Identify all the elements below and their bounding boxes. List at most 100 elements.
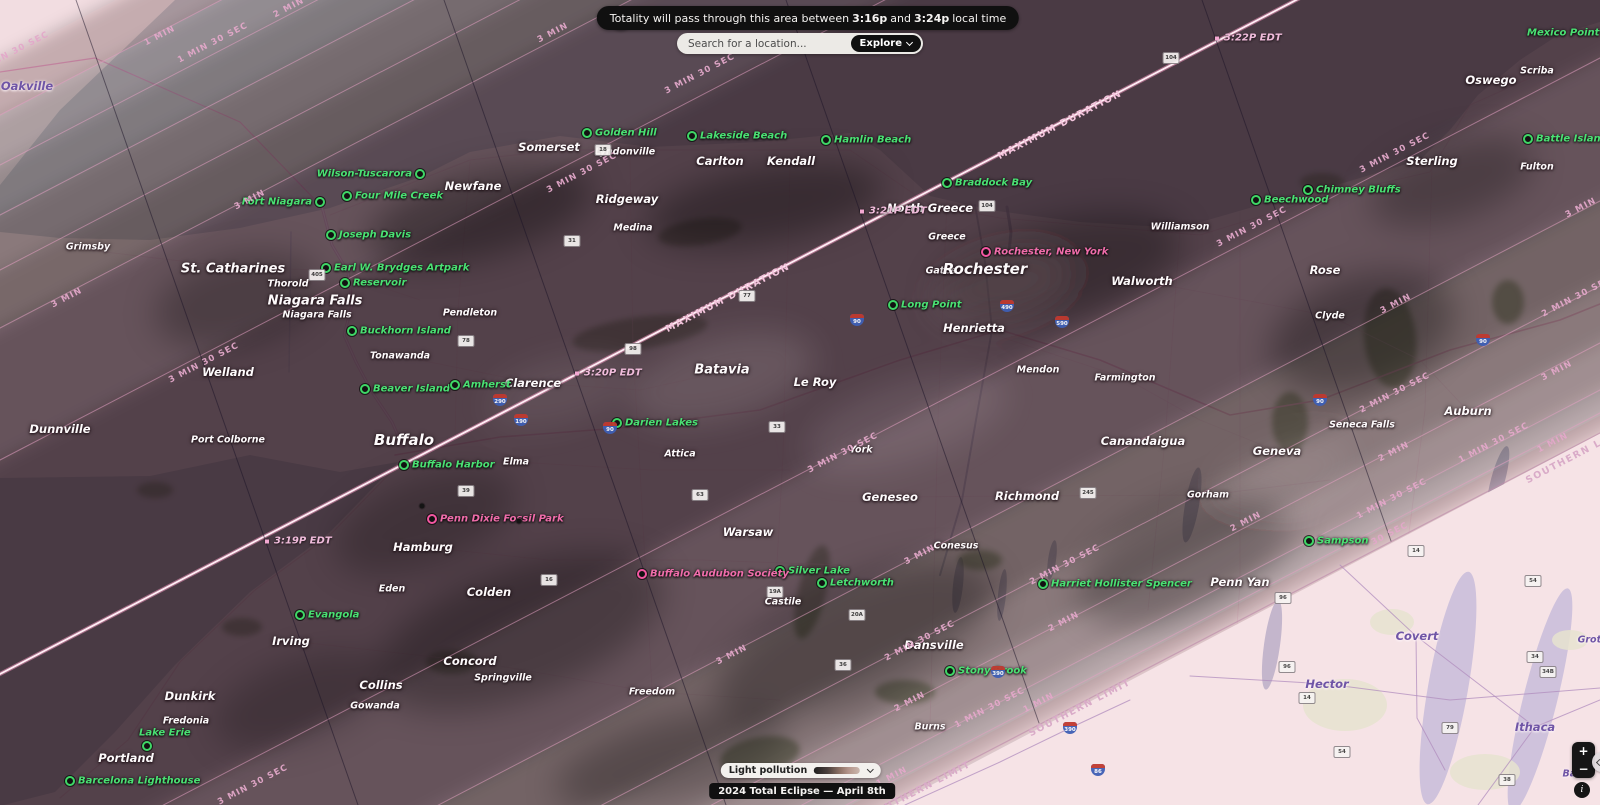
city-label: Carlton: [696, 154, 744, 168]
interstate-shield: 90: [1313, 394, 1327, 406]
city-label: Dunkirk: [164, 689, 216, 703]
poi-label: Joseph Davis: [339, 229, 412, 241]
poi-dot-icon[interactable]: [360, 384, 370, 394]
route-shield: 20A: [848, 609, 866, 621]
city-label: Oswego: [1465, 73, 1517, 87]
poi-label: Harriet Hollister Spencer: [1051, 578, 1192, 590]
duration-contour-label: 3 MIN: [49, 285, 85, 311]
city-label: Eden: [378, 583, 406, 595]
poi-dot-icon[interactable]: [415, 169, 425, 179]
duration-contour-label: 3 MIN 30 SEC: [663, 51, 737, 97]
maximum-duration-label: MAXIMUM DURATION: [995, 88, 1125, 162]
poi-dot-icon[interactable]: [945, 666, 955, 676]
route-shield: 78: [457, 335, 475, 347]
interstate-shield: 390: [1063, 722, 1077, 734]
poi-dot-icon[interactable]: [347, 326, 357, 336]
poi-label: Earl W. Brydges Artpark: [334, 262, 470, 274]
banner-text: local time: [952, 11, 1007, 25]
city-label: Medina: [613, 222, 653, 234]
poi-dot-icon[interactable]: [340, 278, 350, 288]
poi-dot-icon[interactable]: [637, 569, 647, 579]
poi-dot-icon[interactable]: [399, 460, 409, 470]
poi-dot-icon[interactable]: [1251, 195, 1261, 205]
poi-dot-icon[interactable]: [295, 610, 305, 620]
poi-dot-icon[interactable]: [981, 247, 991, 257]
zoom-in-button[interactable]: +: [1572, 742, 1595, 760]
explore-button[interactable]: Explore: [850, 35, 921, 52]
city-label: Rochester: [942, 260, 1028, 278]
route-shield: 34: [1526, 651, 1544, 663]
poi-label: Long Point: [901, 299, 962, 311]
city-label: Hector: [1305, 677, 1349, 691]
search-bar[interactable]: Explore: [677, 33, 923, 54]
city-label: Auburn: [1444, 404, 1492, 418]
search-input[interactable]: [677, 33, 858, 54]
route-shield: 54: [1524, 575, 1542, 587]
poi-dot-icon[interactable]: [342, 191, 352, 201]
city-label: Greece: [928, 231, 966, 243]
totality-banner: Totality will pass through this area bet…: [596, 6, 1020, 30]
route-shield: 18: [594, 144, 612, 156]
city-label: Hamburg: [393, 540, 453, 554]
poi-dot-icon[interactable]: [142, 741, 152, 751]
poi-dot-icon[interactable]: [450, 380, 460, 390]
poi-label: Hamlin Beach: [834, 134, 912, 146]
poi-dot-icon[interactable]: [817, 578, 827, 588]
interstate-shield: 290: [493, 394, 507, 406]
city-label: Clyde: [1315, 310, 1345, 322]
poi-label: Buckhorn Island: [360, 325, 451, 337]
city-label: Warsaw: [722, 525, 774, 539]
city-label: Welland: [202, 365, 254, 379]
duration-contour-label: 3 MIN: [902, 542, 938, 568]
city-label: Clarence: [504, 376, 562, 390]
eclipse-time-label: 3:21P EDT: [860, 206, 927, 217]
route-shield: 104: [978, 200, 996, 212]
route-shield: 16: [540, 574, 558, 586]
city-label: Covert: [1395, 629, 1439, 643]
city-label: Walworth: [1111, 274, 1173, 288]
poi-dot-icon[interactable]: [315, 197, 325, 207]
poi-dot-icon[interactable]: [687, 131, 697, 141]
poi-dot-icon[interactable]: [1303, 185, 1313, 195]
duration-contour-label: 2 MIN 30 SEC: [1358, 370, 1432, 416]
duration-contour-label: 3 MIN 30 SEC: [216, 762, 290, 805]
poi-label: Silver Lake: [788, 565, 850, 577]
info-button[interactable]: i: [1574, 782, 1590, 798]
duration-contour-label: 1 MIN: [142, 23, 178, 49]
poi-label: Sampson: [1317, 535, 1369, 547]
city-label: Irving: [272, 634, 310, 648]
poi-dot-icon[interactable]: [888, 300, 898, 310]
poi-label: Wilson-Tuscarora: [316, 168, 412, 180]
chevron-left-icon: [1595, 758, 1600, 766]
poi-dot-icon[interactable]: [821, 135, 831, 145]
poi-dot-icon[interactable]: [427, 514, 437, 524]
route-shield: 14: [1407, 545, 1425, 557]
city-label: Port Colborne: [191, 434, 265, 446]
duration-contour-label: 3 MIN: [535, 20, 571, 46]
city-label: Burns: [914, 721, 946, 733]
light-pollution-toggle[interactable]: Light pollution: [720, 763, 882, 778]
explore-label: Explore: [859, 38, 902, 49]
duration-contour-label: 3 MIN: [714, 642, 750, 668]
duration-contour-label: 1 MIN: [1021, 690, 1057, 716]
city-label: Tonawanda: [369, 350, 431, 362]
poi-dot-icon[interactable]: [1523, 134, 1533, 144]
route-shield: 39: [457, 485, 475, 497]
interstate-shield: 90: [1476, 334, 1490, 346]
duration-contour-label: 3 MIN 30 SEC: [1358, 130, 1432, 176]
banner-start-time: 3:16p: [852, 11, 888, 25]
route-shield: 31: [563, 235, 581, 247]
city-label: Ridgeway: [595, 192, 659, 206]
city-label: Fredonia: [162, 715, 210, 727]
route-shield: 245: [1079, 487, 1097, 499]
duration-contour-label: 1 MIN 30 SEC: [176, 20, 250, 66]
poi-label: Amherst: [463, 379, 511, 391]
poi-dot-icon[interactable]: [582, 128, 592, 138]
poi-label: Braddock Bay: [955, 177, 1033, 189]
route-shield: 34B: [1539, 666, 1557, 678]
duration-contour-label: 2 MIN 30 SEC: [0, 29, 51, 75]
poi-dot-icon[interactable]: [942, 178, 952, 188]
poi-dot-icon[interactable]: [326, 230, 336, 240]
poi-dot-icon[interactable]: [65, 776, 75, 786]
poi-dot-icon[interactable]: [1304, 536, 1314, 546]
